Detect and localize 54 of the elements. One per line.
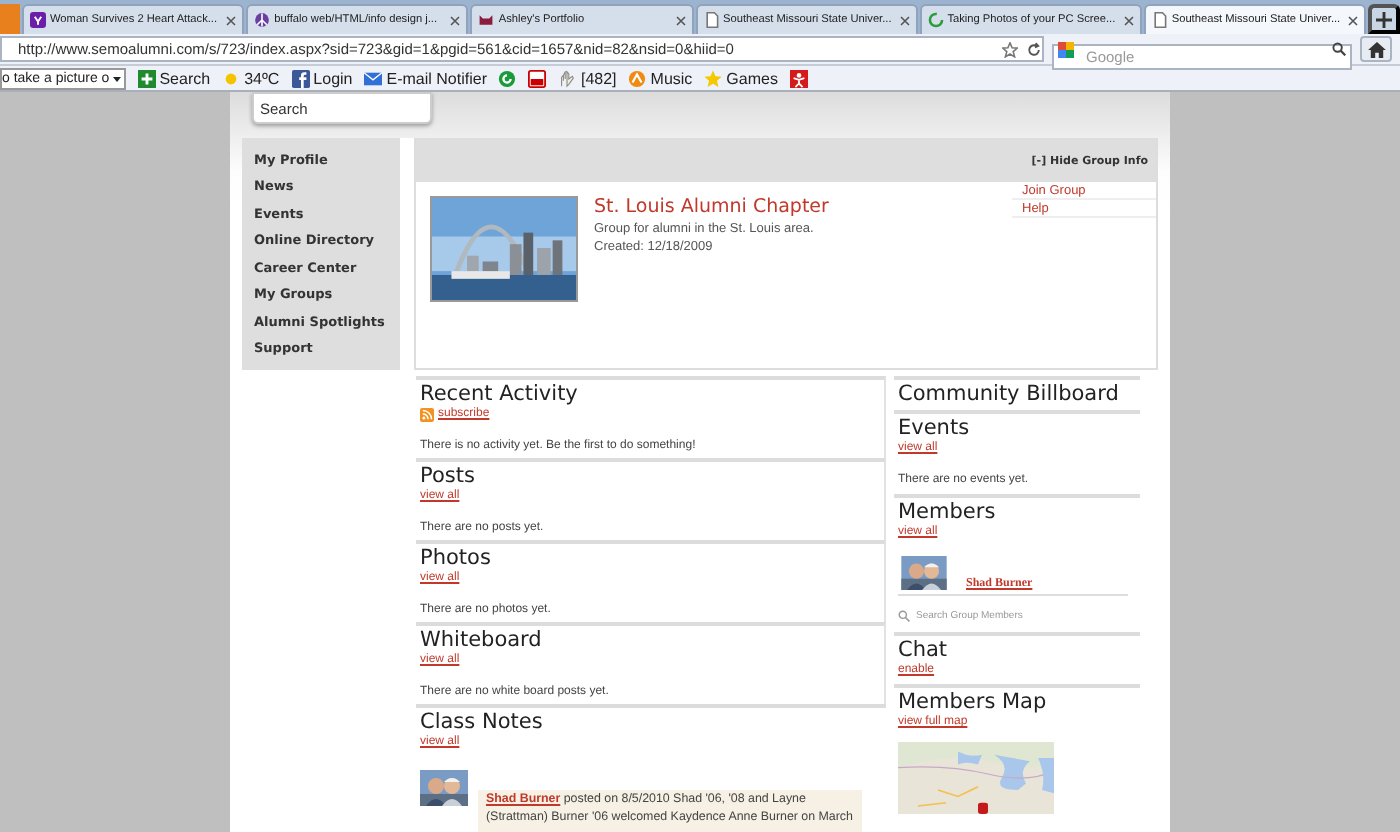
toolbar-icon-button[interactable] <box>789 69 808 87</box>
search-icon <box>898 610 910 622</box>
section-title: Photos <box>420 546 491 570</box>
reload-icon[interactable] <box>1026 41 1042 57</box>
google-icon[interactable] <box>1058 41 1074 57</box>
home-button[interactable] <box>1360 36 1392 62</box>
toolbar-icon-button[interactable] <box>498 69 517 87</box>
toolbar-button[interactable]: Games <box>704 69 778 87</box>
video-icon <box>528 69 547 87</box>
page-icon <box>703 12 720 28</box>
section-title: Chat <box>898 638 948 662</box>
section-title: Posts <box>420 464 475 488</box>
sun-icon <box>222 69 241 87</box>
dropdown-icon[interactable] <box>111 73 122 83</box>
cat-icon <box>478 12 495 28</box>
toolbar-button[interactable]: 34ºC <box>222 69 280 87</box>
toolbar-button[interactable]: [482] <box>558 69 617 87</box>
y-letter-icon <box>30 12 46 28</box>
envelope-icon <box>364 69 383 87</box>
rss-icon <box>420 407 434 421</box>
facebook-icon <box>291 69 310 87</box>
section-title: Class Notes <box>420 710 543 734</box>
plus-icon <box>1376 11 1393 27</box>
section-title: Members Map <box>898 690 1047 714</box>
page-icon <box>1151 12 1168 28</box>
close-icon[interactable] <box>675 15 686 25</box>
search-icon[interactable] <box>1332 42 1346 56</box>
toolbar-button[interactable]: Music <box>628 69 693 87</box>
toolbar-button[interactable]: Login <box>291 69 353 87</box>
plus-box-icon <box>137 69 156 87</box>
close-icon[interactable] <box>1348 15 1359 25</box>
close-icon[interactable] <box>450 15 461 25</box>
section-title: Members <box>898 500 996 524</box>
new-tab-button[interactable] <box>1368 4 1400 34</box>
swirl-icon <box>498 69 517 87</box>
group-name: St. Louis Alumni Chapter <box>594 196 829 218</box>
section-title: Whiteboard <box>420 628 542 652</box>
hand-icon <box>558 69 577 87</box>
section-title: Events <box>898 416 970 440</box>
close-icon[interactable] <box>1123 15 1134 25</box>
toolbar-button[interactable]: Search <box>137 69 211 87</box>
section-title: Community Billboard <box>898 382 1119 406</box>
close-icon[interactable] <box>226 15 237 25</box>
music-icon <box>628 69 647 87</box>
person-icon <box>789 69 808 87</box>
close-icon[interactable] <box>899 15 910 25</box>
section-title: Recent Activity <box>420 382 578 406</box>
toolbar-icon-button[interactable] <box>528 69 547 87</box>
peace-icon <box>254 12 271 28</box>
star-icon <box>704 69 723 87</box>
bookmark-star-icon[interactable] <box>1002 41 1018 57</box>
toolbar-button[interactable]: E-mail Notifier <box>364 69 487 87</box>
home-icon <box>1367 41 1385 57</box>
loading-icon <box>927 12 944 28</box>
